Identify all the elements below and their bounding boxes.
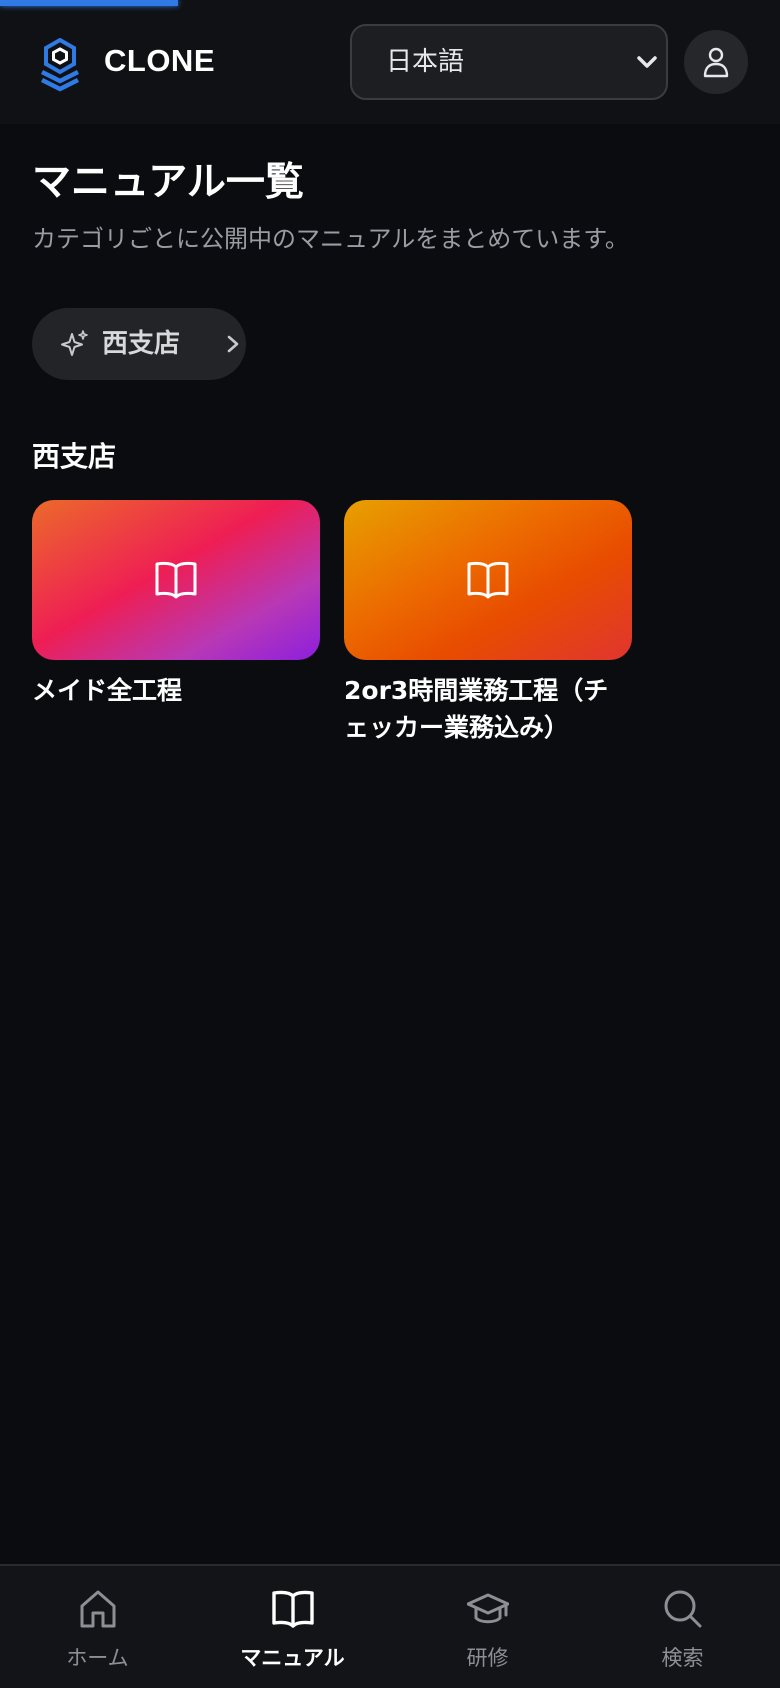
book-icon [155,561,197,599]
nav-label-training: 研修 [466,1646,509,1670]
clone-logo-icon [40,38,80,92]
sparkle-icon [61,330,88,356]
category-chip-label: 西支店 [102,329,181,359]
chevron-right-icon [227,335,239,353]
brand-name: CLONE [104,43,215,78]
nav-item-training[interactable]: 研修 [390,1566,585,1688]
app-header: CLONE 日本語 [0,0,780,124]
nav-label-search: 検索 [661,1646,704,1670]
manual-card-title[interactable]: 2or3時間業務工程（チェッカー業務込み） [344,672,632,746]
graduation-cap-icon [467,1593,509,1624]
home-icon [80,1590,116,1628]
language-selected-value: 日本語 [386,47,465,77]
category-chip-west-branch[interactable]: 西支店 [32,308,246,380]
language-select[interactable]: 日本語 [350,24,668,100]
page-title: マニュアル一覧 [32,160,304,205]
manual-card-thumbnail[interactable] [32,500,320,660]
book-icon [272,1590,314,1628]
manual-card[interactable]: 2or3時間業務工程（チェッカー業務込み） [344,500,632,746]
nav-item-manual[interactable]: マニュアル [195,1566,390,1688]
manual-card[interactable]: メイド全工程 [32,500,320,709]
user-menu-button[interactable] [684,30,748,94]
section-title-west-branch: 西支店 [32,440,117,473]
bottom-navigation: ホーム マニュアル 研修 検索 [0,1564,780,1688]
search-icon [664,1590,702,1628]
chevron-down-icon [637,56,657,68]
book-icon [467,561,509,599]
loading-progress-bar [0,0,178,6]
manual-list-page: CLONE 日本語 マニュアル一覧 カテゴリごとに公開中のマニュアルをまとめてい… [0,0,780,1688]
manual-card-title[interactable]: メイド全工程 [32,672,320,709]
nav-item-home[interactable]: ホーム [0,1566,195,1688]
manual-card-thumbnail[interactable] [344,500,632,660]
page-subtitle: カテゴリごとに公開中のマニュアルをまとめています。 [32,225,629,253]
nav-label-home: ホーム [66,1646,129,1670]
user-icon [703,47,729,78]
nav-label-manual: マニュアル [240,1646,345,1670]
nav-item-search[interactable]: 検索 [585,1566,780,1688]
